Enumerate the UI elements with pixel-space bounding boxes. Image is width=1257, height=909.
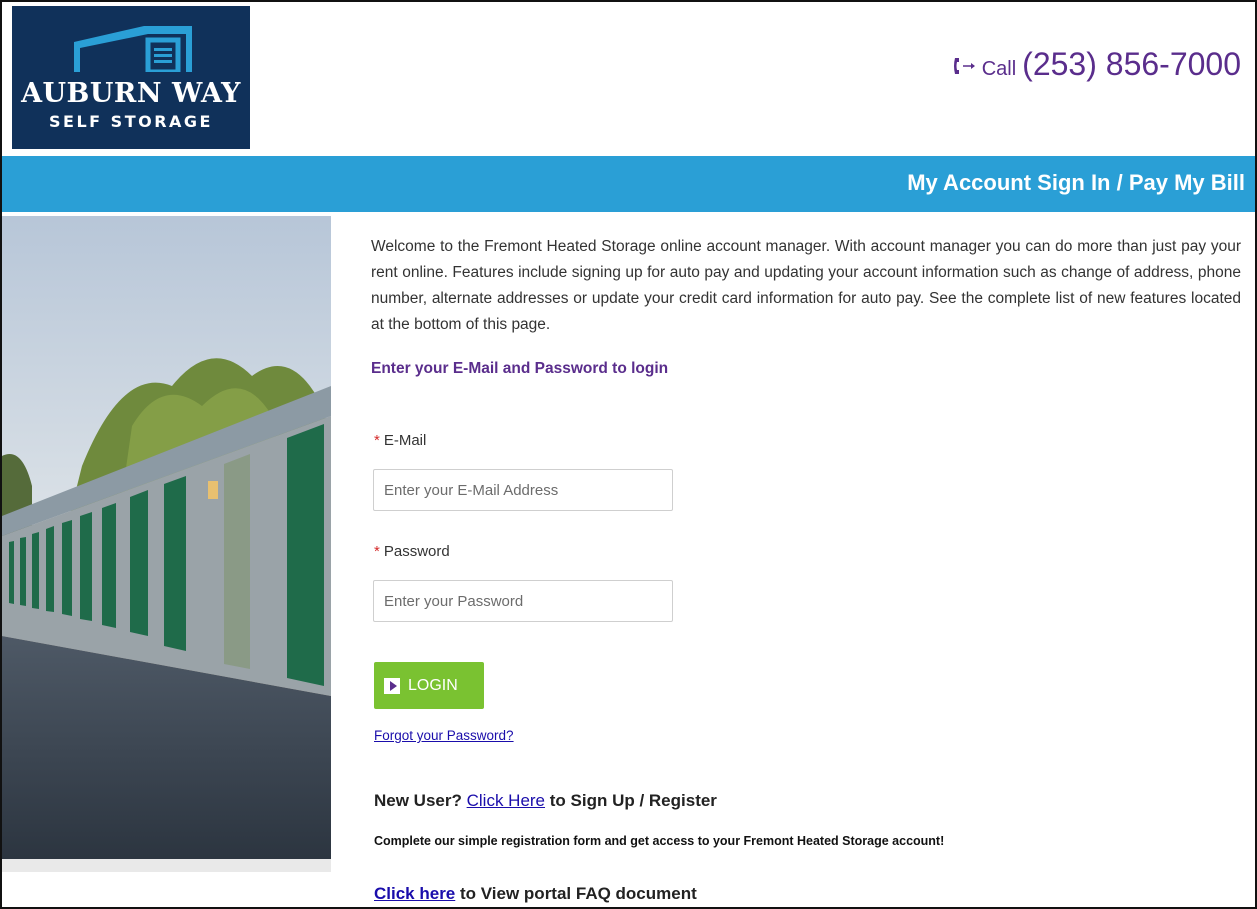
registration-note: Complete our simple registration form an… xyxy=(374,834,945,848)
password-label-text: Password xyxy=(383,543,450,560)
email-label-text: E-Mail xyxy=(383,432,427,449)
register-link[interactable]: Click Here xyxy=(467,791,545,810)
login-button-label: LOGIN xyxy=(408,676,458,694)
password-label: * Password xyxy=(374,543,450,560)
call-label: Call xyxy=(981,58,1017,80)
login-heading: Enter your E-Mail and Password to login xyxy=(371,360,669,377)
main-content: Welcome to the Fremont Heated Storage on… xyxy=(371,234,1241,378)
email-label: * E-Mail xyxy=(374,432,426,449)
required-marker: * xyxy=(374,432,380,449)
page-title: My Account Sign In / Pay My Bill xyxy=(907,170,1245,195)
phone-number[interactable]: (253) 856-7000 xyxy=(1022,46,1241,83)
password-field[interactable] xyxy=(373,580,673,622)
faq-prompt: Click here to View portal FAQ document xyxy=(374,884,697,904)
site-logo[interactable]: AUBURN WAY SELF STORAGE xyxy=(12,6,250,149)
new-user-prompt: New User? Click Here to Sign Up / Regist… xyxy=(374,791,717,811)
page-frame: AUBURN WAY SELF STORAGE Call (253) 856-7… xyxy=(0,0,1257,909)
phone-icon xyxy=(953,58,975,74)
storage-facility-photo xyxy=(2,216,331,859)
forgot-password-link[interactable]: Forgot your Password? xyxy=(374,728,514,743)
welcome-text: Welcome to the Fremont Heated Storage on… xyxy=(371,238,1241,333)
faq-suffix: to View portal FAQ document xyxy=(460,884,697,903)
new-user-suffix: to Sign Up / Register xyxy=(549,791,717,810)
play-icon xyxy=(384,677,400,694)
required-marker: * xyxy=(374,543,380,560)
storage-building-icon xyxy=(74,26,192,72)
logo-subtitle: SELF STORAGE xyxy=(49,112,213,131)
new-user-prefix: New User? xyxy=(374,791,462,810)
phone-call-link[interactable]: Call (253) 856-7000 xyxy=(952,46,1241,83)
title-band: My Account Sign In / Pay My Bill xyxy=(2,156,1255,212)
login-button[interactable]: LOGIN xyxy=(374,662,484,709)
photo-caption-strip xyxy=(2,859,331,872)
logo-name: AUBURN WAY xyxy=(21,78,241,109)
email-field[interactable] xyxy=(373,469,673,511)
faq-link[interactable]: Click here xyxy=(374,884,455,903)
